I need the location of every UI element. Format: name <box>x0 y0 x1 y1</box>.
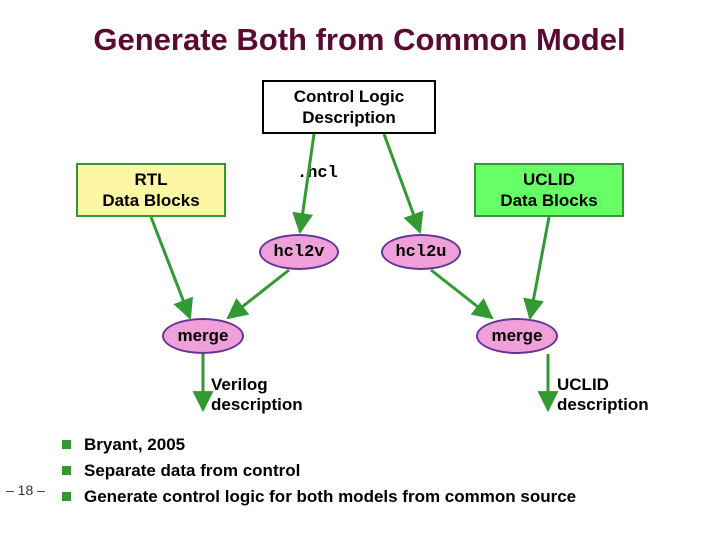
output-verilog-line1: Verilog <box>211 375 303 395</box>
box-uclid-line2: Data Blocks <box>500 190 597 211</box>
oval-hcl2u: hcl2u <box>381 234 461 270</box>
oval-hcl2v: hcl2v <box>259 234 339 270</box>
arrow-control-hcl2u <box>384 134 420 232</box>
box-rtl-line2: Data Blocks <box>102 190 199 211</box>
bullet-item: Bryant, 2005 <box>62 435 702 455</box>
box-uclid-line1: UCLID <box>523 169 575 190</box>
slide-number: – 18 – <box>6 482 45 498</box>
box-control-logic: Control Logic Description <box>262 80 436 134</box>
output-verilog: Verilog description <box>211 375 303 415</box>
oval-merge-right: merge <box>476 318 558 354</box>
hcl2u-label: hcl2u <box>395 243 446 262</box>
arrow-control-hcl2v <box>300 134 314 232</box>
arrow-hcl2u-mergeR <box>431 270 492 318</box>
bullet-list: Bryant, 2005 Separate data from control … <box>62 435 702 513</box>
box-uclid-data-blocks: UCLID Data Blocks <box>474 163 624 217</box>
slide-title: Generate Both from Common Model <box>0 22 719 58</box>
box-rtl-data-blocks: RTL Data Blocks <box>76 163 226 217</box>
output-verilog-line2: description <box>211 395 303 415</box>
arrow-uclid-mergeR <box>530 217 549 318</box>
output-uclid-line1: UCLID <box>557 375 649 395</box>
merge-right-label: merge <box>491 326 542 346</box>
oval-merge-left: merge <box>162 318 244 354</box>
bullet-item: Generate control logic for both models f… <box>62 487 702 507</box>
hcl2v-label: hcl2v <box>273 243 324 262</box>
box-rtl-line1: RTL <box>134 169 167 190</box>
bullet-item: Separate data from control <box>62 461 702 481</box>
box-control-logic-line2: Description <box>302 107 396 128</box>
hcl-ext-label: .hcl <box>297 164 338 183</box>
arrow-rtl-mergeL <box>151 217 190 318</box>
box-control-logic-line1: Control Logic <box>294 86 404 107</box>
output-uclid-line2: description <box>557 395 649 415</box>
output-uclid: UCLID description <box>557 375 649 415</box>
merge-left-label: merge <box>177 326 228 346</box>
arrow-hcl2v-mergeL <box>228 270 289 318</box>
